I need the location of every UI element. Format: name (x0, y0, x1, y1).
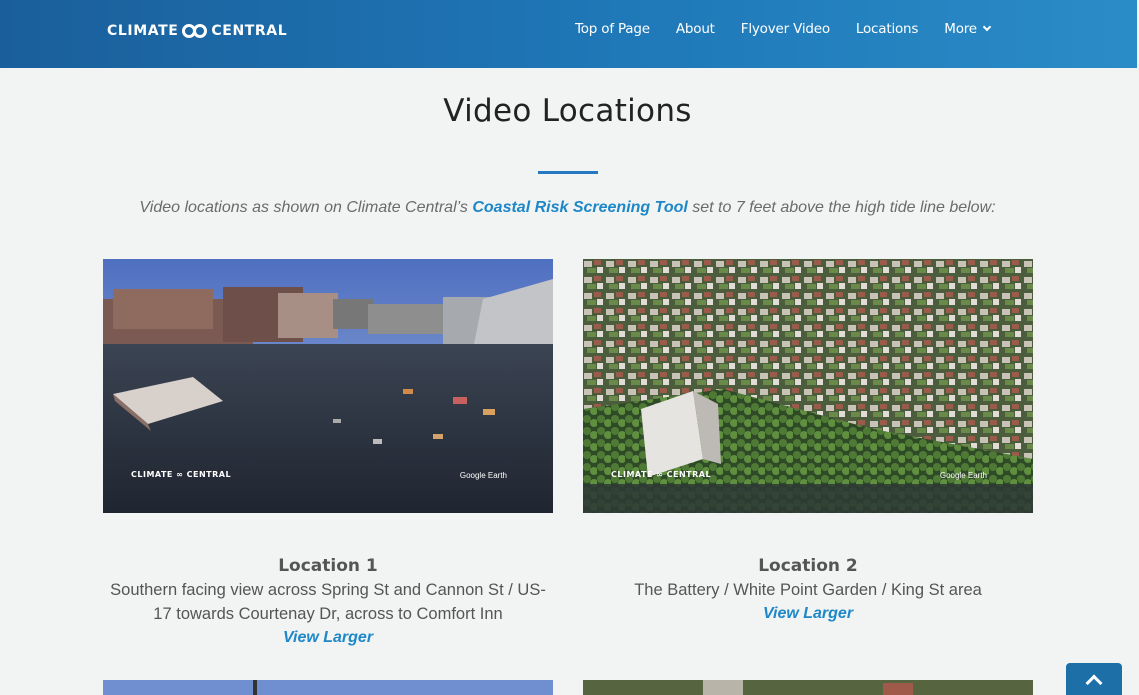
logo-text-left: CLIMATE (107, 23, 179, 39)
location-1-description: Southern facing view across Spring St an… (110, 581, 546, 623)
back-to-top-button[interactable] (1066, 663, 1122, 695)
main-nav: Top of Page About Flyover Video Location… (575, 21, 1016, 37)
location-4-image[interactable] (583, 680, 1033, 695)
page-title: Video Locations (443, 93, 692, 129)
location-3-picture (103, 680, 553, 695)
nav-more[interactable]: More (944, 21, 992, 37)
nav-top-of-page[interactable]: Top of Page (575, 21, 650, 37)
site-logo[interactable]: CLIMATE CENTRAL (107, 22, 287, 40)
location-2-caption: Location 2 The Battery / White Point Gar… (583, 554, 1033, 626)
coastal-risk-tool-link[interactable]: Coastal Risk Screening Tool (472, 199, 687, 216)
location-1-view-larger-link[interactable]: View Larger (103, 626, 553, 650)
nav-more-label: More (944, 21, 977, 37)
site-header: CLIMATE CENTRAL Top of Page About Flyove… (0, 0, 1137, 68)
logo-mark-icon (182, 24, 208, 38)
title-divider (538, 171, 598, 174)
location-1-title: Location 1 (278, 556, 378, 576)
nav-about[interactable]: About (676, 21, 715, 37)
nav-locations[interactable]: Locations (856, 21, 919, 37)
location-2-view-larger-link[interactable]: View Larger (583, 602, 1033, 626)
location-2-watermark-google: Google Earth (939, 471, 987, 480)
location-1-image[interactable]: CLIMATE ∞ CENTRAL Google Earth (103, 259, 553, 513)
nav-flyover-video[interactable]: Flyover Video (741, 21, 830, 37)
logo-text-right: CENTRAL (211, 23, 288, 39)
intro-text: Video locations as shown on Climate Cent… (0, 199, 1135, 217)
location-2-title: Location 2 (758, 556, 858, 576)
location-1-caption: Location 1 Southern facing view across S… (103, 554, 553, 650)
location-4-picture (583, 680, 1033, 695)
location-2-image[interactable]: CLIMATE ∞ CENTRAL Google Earth (583, 259, 1033, 513)
location-3-image[interactable] (103, 680, 553, 695)
chevron-up-icon (1085, 674, 1103, 691)
intro-after: set to 7 feet above the high tide line b… (687, 199, 996, 216)
location-1-watermark-logo: CLIMATE ∞ CENTRAL (131, 470, 232, 479)
location-1-watermark-google: Google Earth (459, 471, 507, 480)
location-2-description: The Battery / White Point Garden / King … (634, 581, 982, 599)
chevron-down-icon (982, 22, 992, 32)
location-2-watermark-logo: CLIMATE ∞ CENTRAL (611, 470, 712, 479)
intro-before: Video locations as shown on Climate Cent… (139, 199, 473, 216)
